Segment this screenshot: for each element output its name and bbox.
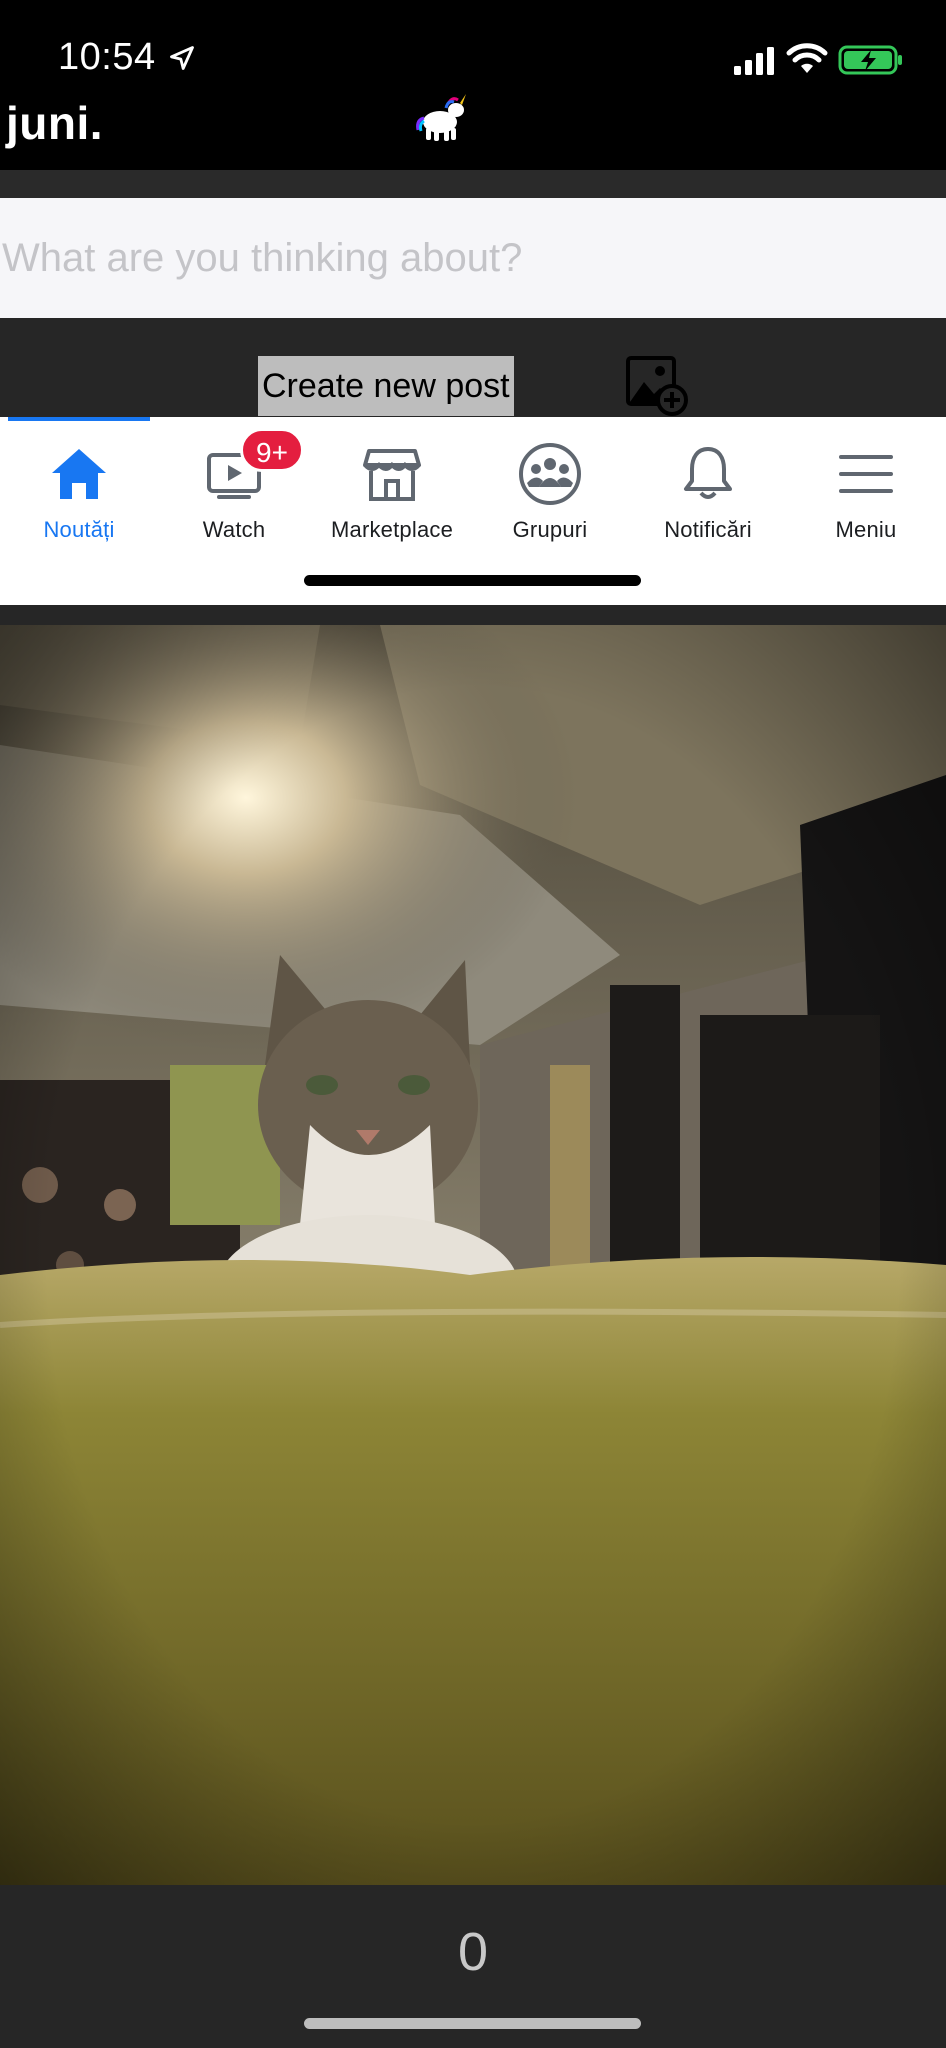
unicorn-logo <box>416 94 466 141</box>
cellular-signal-icon <box>734 47 774 75</box>
feed-separator <box>0 605 946 625</box>
tab-menu[interactable]: Meniu <box>787 417 945 567</box>
tab-label: Noutăți <box>43 517 115 542</box>
status-bar: 10:54 <box>0 0 946 100</box>
post-count: 0 <box>457 1922 489 1982</box>
home-icon <box>52 449 106 499</box>
tab-label: Notificări <box>664 517 752 542</box>
tab-label: Grupuri <box>512 517 588 542</box>
watch-notification-badge: 9+ <box>240 428 304 472</box>
cat-photo <box>0 625 946 1885</box>
home-indicator[interactable] <box>304 2018 641 2029</box>
add-photo-icon[interactable] <box>624 354 690 416</box>
tab-label: Meniu <box>835 517 897 542</box>
tab-news-feed[interactable]: Noutăți <box>0 417 158 567</box>
shop-icon <box>363 449 421 501</box>
tab-groups[interactable]: Grupuri <box>471 417 629 567</box>
groups-icon <box>519 443 581 505</box>
bell-icon <box>684 447 732 499</box>
wifi-icon <box>786 43 828 73</box>
app-header: juni. <box>0 90 946 170</box>
tab-label: Watch <box>202 517 266 542</box>
app-title: juni. <box>6 97 104 149</box>
post-photo[interactable] <box>0 625 946 1885</box>
location-arrow-icon <box>170 46 194 70</box>
status-time: 10:54 <box>58 36 156 78</box>
post-composer-input[interactable] <box>0 198 946 318</box>
tab-label: Marketplace <box>330 517 454 542</box>
nav-home-indicator <box>304 575 641 586</box>
create-post-button[interactable]: Create new post <box>258 356 514 416</box>
composer-toolbar: Create new post <box>0 318 946 418</box>
tab-marketplace[interactable]: Marketplace <box>313 417 471 567</box>
menu-icon <box>839 455 893 493</box>
battery-charging-icon <box>838 45 902 75</box>
tab-notifications[interactable]: Notificări <box>629 417 787 567</box>
header-separator <box>0 170 946 198</box>
